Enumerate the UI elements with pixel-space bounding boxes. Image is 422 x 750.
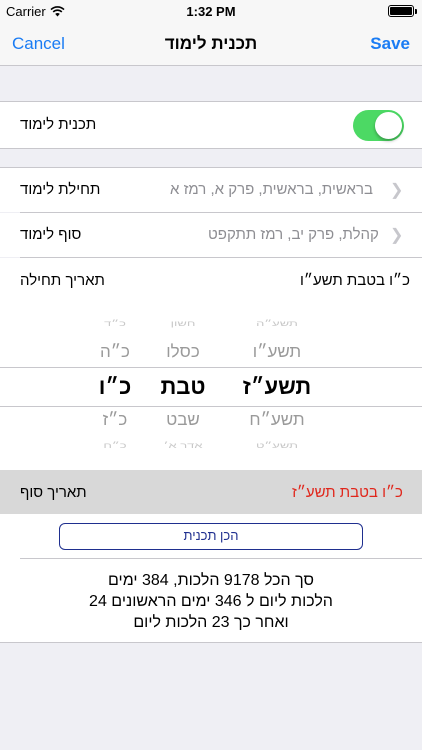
divider — [0, 148, 422, 149]
summary-line-2: 24 הלכות ליום ל 346 ימים הראשונים — [89, 593, 333, 610]
picker-year-item[interactable]: תשע״ט — [232, 441, 322, 450]
picker-month-item[interactable]: אדר א׳ — [138, 441, 228, 450]
study-plan-toggle-label: תכנית לימוד — [20, 116, 97, 133]
end-date-row[interactable]: תאריך סוף כ״ו בטבת תשע״ז — [0, 470, 422, 514]
study-plan-toggle[interactable] — [353, 110, 404, 141]
end-study-value: קהלת, פרק יב, רמז תתקפט — [208, 226, 379, 243]
plan-summary: סך הכל 9178 הלכות, 384 ימים 24 הלכות ליו… — [0, 570, 422, 633]
build-plan-button[interactable]: הכן תכנית — [59, 523, 363, 550]
study-plan-toggle-row: תכנית לימוד — [0, 102, 422, 148]
picker-month-item[interactable]: שבט — [138, 410, 228, 430]
navigation-bar: Cancel תכנית לימוד Save — [0, 22, 422, 66]
start-date-value: כ״ו בטבת תשע״ו — [300, 272, 410, 289]
page-title: תכנית לימוד — [164, 34, 258, 53]
save-button[interactable]: Save — [370, 34, 410, 54]
picker-year-item[interactable]: תשע״ח — [232, 410, 322, 430]
status-time: 1:32 PM — [186, 4, 236, 19]
picker-month-item[interactable]: חשון — [138, 319, 228, 328]
start-study-label: תחילת לימוד — [20, 181, 101, 198]
battery-icon — [388, 5, 417, 17]
summary-line-1: סך הכל 9178 הלכות, 384 ימים — [108, 572, 314, 589]
picker-year-selected[interactable]: תשע״ז — [232, 374, 322, 400]
start-study-value: בראשית, בראשית, פרק א, רמז א — [170, 181, 373, 198]
picker-year-item[interactable]: תשע״ה — [232, 319, 322, 328]
picker-year-item[interactable]: תשע״ו — [232, 342, 322, 362]
start-study-row[interactable]: תחילת לימוד בראשית, בראשית, פרק א, רמז א… — [0, 168, 422, 212]
chevron-right-icon: ❯ — [390, 182, 404, 199]
end-date-label: תאריך סוף — [20, 484, 87, 501]
picker-month-selected[interactable]: טבת — [138, 374, 228, 400]
end-study-label: סוף לימוד — [20, 226, 82, 243]
summary-line-3: ואחר כך 23 הלכות ליום — [133, 614, 289, 631]
picker-month-item[interactable]: כסלו — [138, 342, 228, 362]
chevron-right-icon: ❯ — [390, 227, 404, 244]
end-study-row[interactable]: סוף לימוד קהלת, פרק יב, רמז תתקפט ❯ — [0, 213, 422, 257]
end-date-value: כ״ו בטבת תשע״ז — [292, 484, 403, 501]
divider — [0, 642, 422, 643]
date-picker[interactable]: כ״ד כ״ה כ״ו כ״ז כ״ח חשון כסלו טבת שבט אד… — [0, 310, 422, 470]
start-date-row[interactable]: תאריך תחילה כ״ו בטבת תשע״ו — [0, 258, 422, 310]
start-date-label: תאריך תחילה — [20, 272, 105, 289]
status-bar: Carrier 1:32 PM — [0, 0, 422, 22]
divider — [20, 558, 422, 559]
